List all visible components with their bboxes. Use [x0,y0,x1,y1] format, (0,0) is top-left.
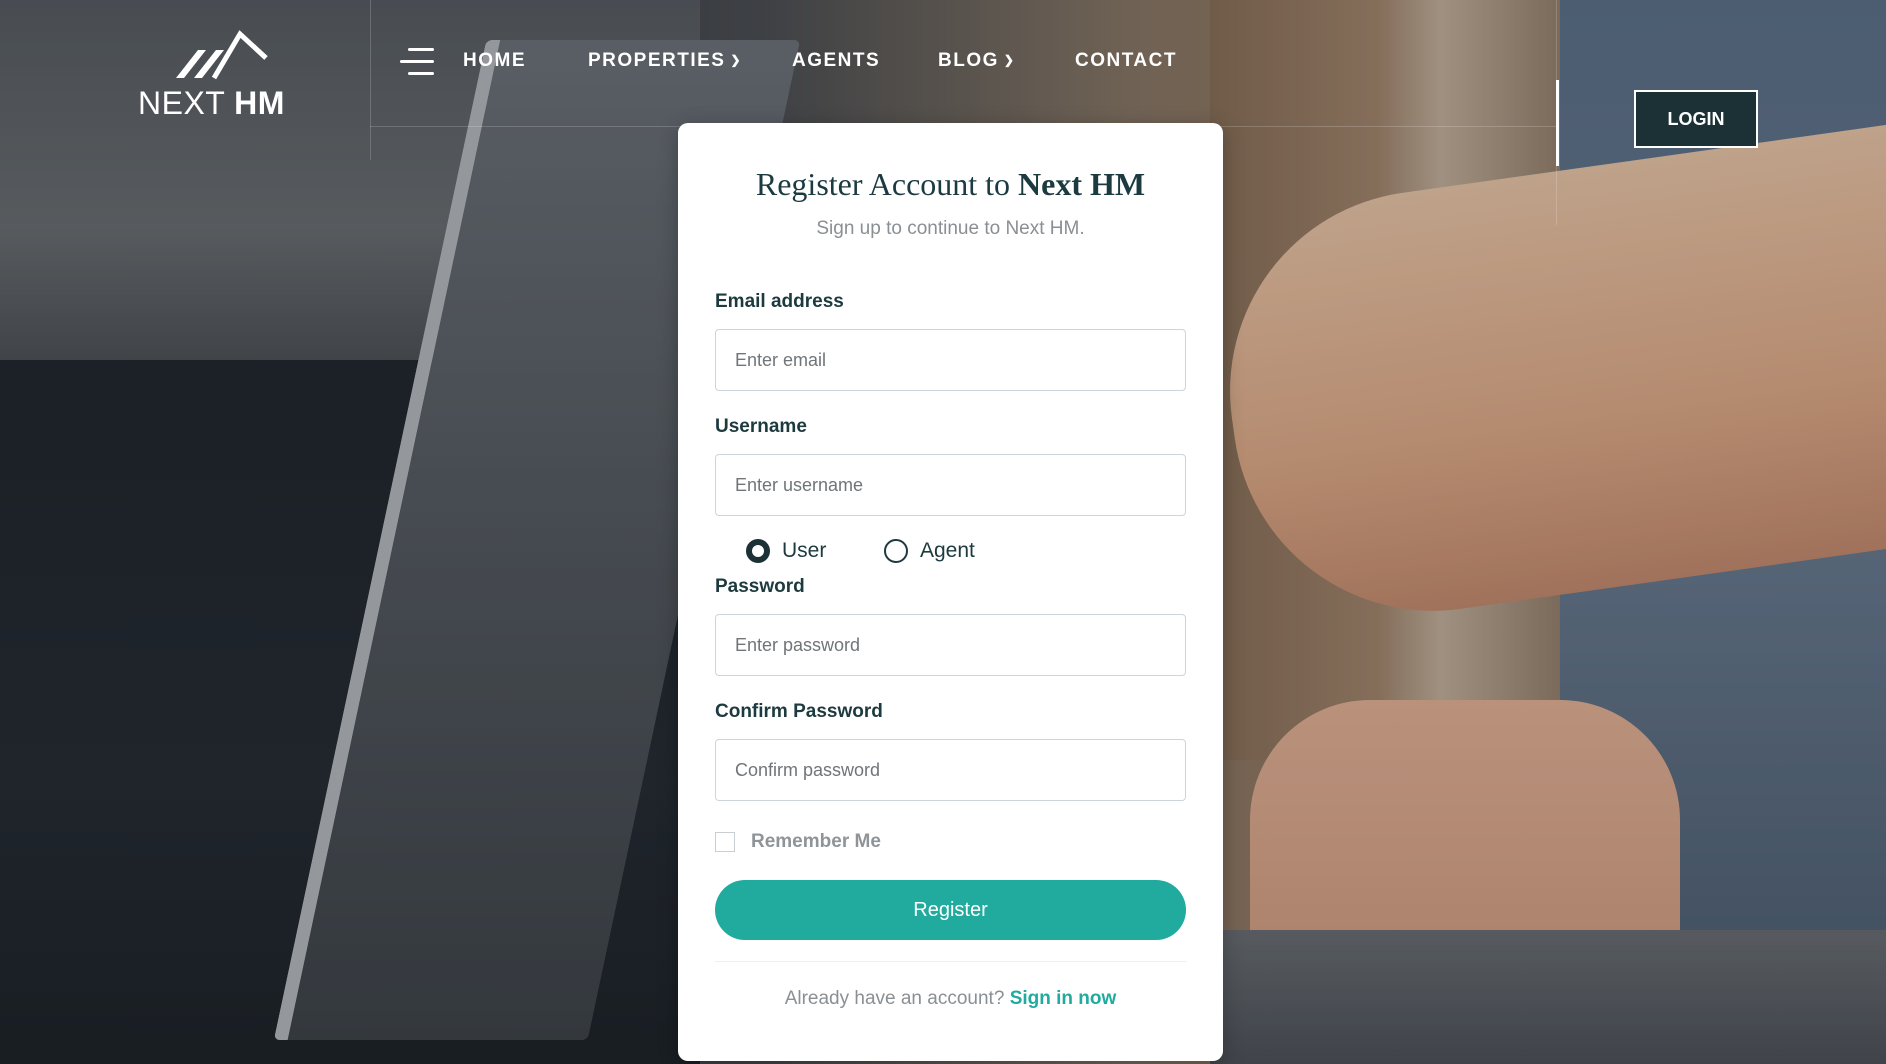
username-field[interactable] [715,454,1186,516]
radio-unchecked-icon [884,539,908,563]
email-field[interactable] [715,329,1186,391]
card-title-brand: Next HM [1018,166,1146,202]
register-button[interactable]: Register [715,880,1186,940]
card-title-prefix: Register Account to [755,166,1011,202]
chevron-down-icon: ❯ [730,53,743,67]
remember-label: Remember Me [751,831,881,852]
nav-item-properties[interactable]: PROPERTIES ❯ [588,50,742,72]
card-title: Register Account to Next HM [678,166,1223,203]
logo-text: NEXT HM [138,85,285,122]
chevron-down-icon: ❯ [1003,53,1016,67]
signin-row: Already have an account? Sign in now [678,988,1223,1010]
role-radio-agent[interactable]: Agent [884,539,975,563]
role-radio-user[interactable]: User [746,539,826,563]
nav-item-label: HOME [463,50,526,71]
house-roof-icon [176,30,268,80]
card-divider [715,961,1186,962]
decorative-line [370,0,371,160]
radio-label: Agent [920,539,975,562]
header-divider [1556,80,1559,166]
page: NEXT HM HOME PROPERTIES ❯ AGENTS BLOG ❯ CO… [0,0,1886,1064]
logo-text-light: NEXT [138,85,225,121]
logo[interactable]: NEXT HM [138,30,298,125]
nav-item-contact[interactable]: CONTACT [1075,50,1177,72]
nav-item-blog[interactable]: BLOG ❯ [938,50,1015,72]
login-button[interactable]: LOGIN [1634,90,1758,148]
confirm-password-label: Confirm Password [715,701,883,722]
remember-checkbox[interactable] [715,832,735,852]
nav-item-agents[interactable]: AGENTS [792,50,880,72]
confirm-password-field[interactable] [715,739,1186,801]
signin-prompt: Already have an account? [784,988,1005,1009]
nav-item-label: PROPERTIES [588,50,726,71]
logo-text-bold: HM [234,85,285,121]
nav-item-label: CONTACT [1075,50,1177,71]
password-field[interactable] [715,614,1186,676]
nav-item-home[interactable]: HOME [463,50,526,72]
card-subtitle: Sign up to continue to Next HM. [816,218,1085,239]
username-label: Username [715,416,807,437]
register-card: Register Account to Next HM Sign up to c… [678,123,1223,1061]
remember-me[interactable]: Remember Me [715,831,881,853]
nav-item-label: BLOG [938,50,999,71]
nav-item-label: AGENTS [792,50,881,71]
radio-checked-icon [746,539,770,563]
email-label: Email address [715,291,844,312]
signin-link[interactable]: Sign in now [1010,988,1117,1009]
menu-icon[interactable] [400,48,434,78]
password-label: Password [715,576,805,597]
radio-label: User [782,539,827,562]
